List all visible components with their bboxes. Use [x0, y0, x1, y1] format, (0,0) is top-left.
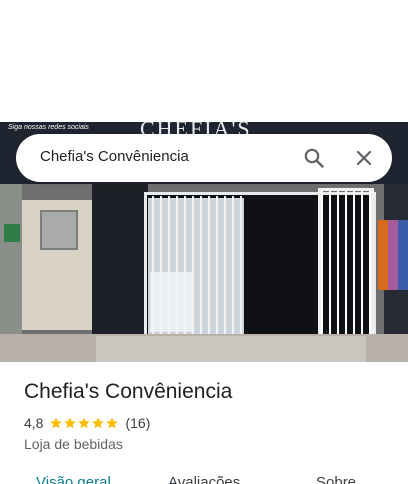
search-bar[interactable]: Chefia's Convêniencia: [16, 134, 392, 182]
star-icon: [106, 417, 119, 429]
search-icon[interactable]: [302, 146, 326, 170]
rating-row[interactable]: 4,8 (16): [24, 415, 150, 431]
place-tabs: Visão geral Avaliações Sobre: [0, 472, 408, 484]
tab-overview[interactable]: Visão geral: [36, 474, 111, 484]
star-icon: [64, 417, 77, 429]
hanging-clothes: [378, 220, 408, 290]
place-title: Chefia's Convêniencia: [24, 380, 233, 403]
green-tag: [4, 224, 20, 242]
place-category[interactable]: Loja de bebidas: [24, 436, 123, 452]
close-icon[interactable]: [352, 146, 376, 170]
star-icon: [78, 417, 91, 429]
search-input[interactable]: Chefia's Convêniencia: [40, 148, 189, 165]
star-icon: [50, 417, 63, 429]
rating-value: 4,8: [24, 415, 44, 431]
tab-reviews[interactable]: Avaliações: [168, 474, 240, 484]
review-count[interactable]: (16): [125, 415, 150, 431]
social-media-sign: Siga nossas redes sociais: [8, 124, 89, 131]
star-icon: [92, 417, 105, 429]
security-gate-left: [146, 196, 244, 338]
tab-about[interactable]: Sobre: [316, 474, 356, 484]
entrance-step: [96, 336, 366, 362]
security-gate-right: [318, 188, 374, 348]
dark-wall: [92, 184, 148, 334]
star-rating: [49, 416, 119, 430]
top-blank-area: [0, 0, 408, 122]
electric-meter: [40, 210, 78, 250]
